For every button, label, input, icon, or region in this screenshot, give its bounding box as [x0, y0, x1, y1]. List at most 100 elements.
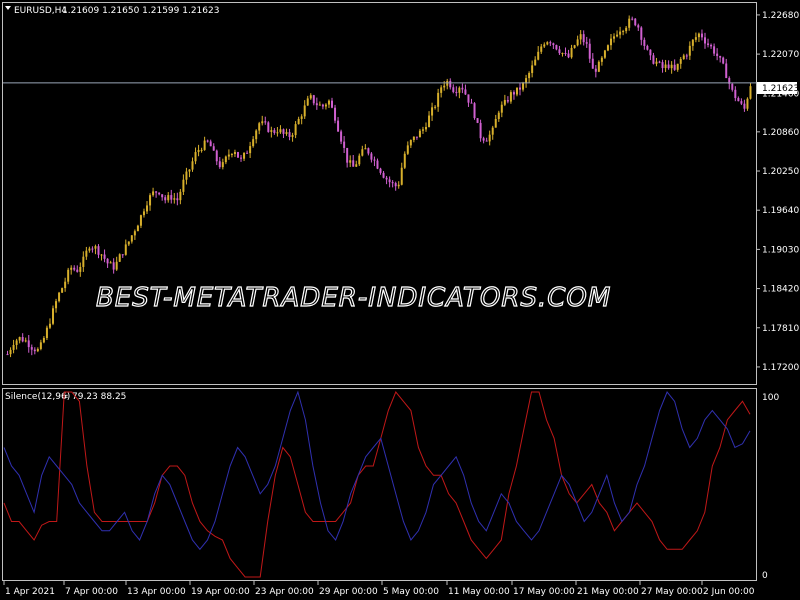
candle-body	[700, 33, 703, 38]
candle-body	[76, 269, 79, 272]
watermark-text: BEST-METATRADER-INDICATORS.COM	[96, 283, 611, 313]
candle-body	[649, 49, 652, 56]
candle-body	[421, 129, 424, 131]
candle-body	[255, 130, 258, 140]
candle-body	[746, 98, 749, 109]
candle-body	[97, 246, 100, 255]
price-tick-label: 1.19030	[762, 245, 799, 255]
candle-body	[167, 195, 170, 201]
candle-body	[449, 80, 452, 88]
candle-body	[582, 34, 585, 43]
candle-body	[537, 51, 540, 60]
candle-body	[306, 98, 309, 106]
candle-body	[343, 141, 346, 148]
candle-body	[209, 141, 212, 147]
candle-body	[458, 87, 461, 93]
time-tick-label: 23 Apr 00:00	[255, 587, 314, 597]
candle-body	[367, 148, 370, 154]
candle-body	[88, 248, 91, 251]
candle-body	[637, 25, 640, 28]
candle-body	[70, 267, 73, 270]
candle-body	[249, 146, 252, 154]
candle-body	[197, 149, 200, 153]
price-tick-label: 1.20250	[762, 167, 799, 177]
candle-body	[227, 154, 230, 157]
candle-body	[170, 195, 173, 200]
candle-body	[512, 92, 515, 95]
candle-body	[500, 104, 503, 113]
candle-body	[655, 61, 658, 64]
candle-body	[240, 157, 243, 159]
candle-body	[373, 159, 376, 161]
candle-body	[670, 64, 673, 69]
time-tick-label: 27 May 00:00	[641, 587, 703, 597]
candle-body	[652, 55, 655, 64]
candle-body	[109, 262, 112, 264]
candle-body	[297, 118, 300, 125]
candle-body	[631, 18, 634, 20]
candle-body	[713, 46, 716, 54]
candle-body	[731, 83, 734, 90]
candle-body	[691, 39, 694, 46]
candle-body	[236, 152, 239, 158]
candle-body	[161, 194, 164, 198]
candle-body	[694, 37, 697, 40]
current-price-label: 1.21623	[762, 84, 799, 94]
candle-body	[315, 103, 318, 106]
candle-body	[749, 86, 752, 99]
candle-body	[461, 87, 464, 90]
candle-body	[27, 340, 30, 348]
time-tick-label: 1 Apr 2021	[5, 587, 55, 597]
candle-body	[45, 327, 48, 338]
candle-body	[697, 33, 700, 38]
candle-body	[625, 27, 628, 32]
candle-body	[609, 38, 612, 46]
candle-body	[570, 47, 573, 58]
candle-body	[576, 39, 579, 46]
candle-body	[79, 266, 82, 272]
candle-body	[258, 123, 261, 131]
candle-body	[640, 27, 643, 40]
candle-body	[409, 139, 412, 146]
candle-body	[127, 241, 130, 245]
candle-body	[112, 262, 115, 270]
candle-body	[485, 140, 488, 142]
chart-window[interactable]: EURUSD,H4 1.21609 1.21650 1.21599 1.2162…	[0, 0, 800, 600]
candle-body	[288, 132, 291, 137]
candle-body	[403, 153, 406, 168]
time-tick-label: 19 Apr 00:00	[191, 587, 250, 597]
candle-body	[61, 288, 64, 293]
candle-body	[285, 132, 288, 134]
candle-body	[540, 46, 543, 52]
candle-body	[158, 192, 161, 195]
price-tick-label: 1.20860	[762, 128, 799, 138]
candle-body	[464, 89, 467, 95]
candle-body	[397, 184, 400, 187]
indicator-equals: =	[61, 392, 69, 402]
candle-body	[382, 172, 385, 178]
time-tick-label: 11 May 00:00	[448, 587, 510, 597]
price-tick-label: 1.19640	[762, 206, 799, 216]
candle-body	[267, 122, 270, 132]
candle-body	[497, 112, 500, 119]
candle-body	[519, 87, 522, 90]
candle-body	[294, 124, 297, 136]
candle-body	[9, 349, 12, 355]
candle-body	[337, 120, 340, 132]
candle-body	[330, 100, 333, 108]
candle-body	[488, 134, 491, 142]
candle-body	[473, 103, 476, 119]
candle-body	[737, 98, 740, 102]
candle-body	[246, 152, 249, 154]
candle-body	[73, 267, 76, 270]
candle-body	[152, 191, 155, 196]
candle-body	[406, 145, 409, 154]
candle-body	[558, 49, 561, 54]
candle-body	[667, 64, 670, 69]
candle-body	[221, 162, 224, 168]
candle-body	[482, 138, 485, 141]
candle-body	[388, 179, 391, 183]
candle-body	[528, 73, 531, 79]
time-tick-label: 21 May 00:00	[577, 587, 639, 597]
candle-body	[194, 152, 197, 162]
